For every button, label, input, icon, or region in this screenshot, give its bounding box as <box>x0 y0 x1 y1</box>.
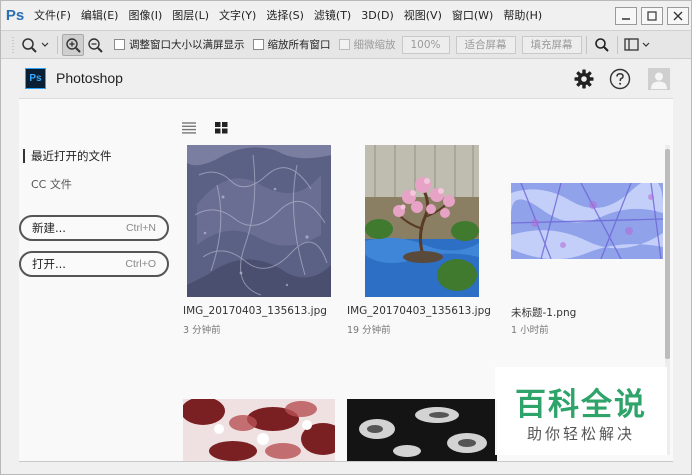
menu-edit[interactable]: 编辑(E) <box>76 1 124 30</box>
file-time: 3 分钟前 <box>183 325 221 336</box>
zoom-in-icon <box>66 37 81 53</box>
menu-window[interactable]: 窗口(W) <box>447 1 498 30</box>
checkbox-box[interactable] <box>114 39 125 50</box>
file-thumbnail[interactable] <box>365 145 479 297</box>
help-icon <box>609 68 631 90</box>
file-thumbnail[interactable] <box>511 183 663 259</box>
sidebar-item-recent-files[interactable]: 最近打开的文件 <box>23 149 112 163</box>
new-file-button[interactable]: 新建... Ctrl+N <box>19 215 169 241</box>
zoom-in-button[interactable] <box>62 33 84 56</box>
menu-file[interactable]: 文件(F) <box>29 1 76 30</box>
menu-layer[interactable]: 图层(L) <box>167 1 214 30</box>
menu-type[interactable]: 文字(Y) <box>214 1 261 30</box>
fill-screen-button: 填充屏幕 <box>521 35 582 54</box>
zoom-tool-icon <box>22 37 49 53</box>
menu-help[interactable]: 帮助(H) <box>498 1 547 30</box>
fit-screen-button: 适合屏幕 <box>455 35 516 54</box>
file-name[interactable]: 未标题-1.png <box>511 305 576 320</box>
menu-filter[interactable]: 滤镜(T) <box>309 1 356 30</box>
options-separator <box>616 35 618 54</box>
red-texture-image <box>183 399 335 461</box>
options-separator <box>57 35 58 54</box>
open-file-button[interactable]: 打开... Ctrl+O <box>19 251 169 277</box>
file-name[interactable]: IMG_20170403_135613.jpg <box>183 305 327 317</box>
maximize-button[interactable] <box>641 6 663 25</box>
help-button[interactable] <box>609 68 631 90</box>
search-button[interactable] <box>591 34 613 56</box>
zoom-all-windows-checkbox[interactable]: 缩放所有窗口 <box>252 37 331 52</box>
menu-view[interactable]: 视图(V) <box>399 1 447 30</box>
checkbox-box[interactable] <box>252 39 264 50</box>
search-icon <box>594 37 609 52</box>
photoshop-window: Ps 文件(F) 编辑(E) 图像(I) 图层(L) 文字(Y) 选择(S) 滤… <box>0 0 692 475</box>
minimize-button[interactable] <box>615 6 637 25</box>
scrubby-zoom-label: 细微缩放 <box>353 39 396 51</box>
scrubby-zoom-checkbox: 细微缩放 <box>338 37 396 52</box>
new-file-label: 新建... <box>32 221 66 235</box>
options-separator <box>585 35 587 54</box>
bottom-divider <box>19 461 673 462</box>
file-time: 1 小时前 <box>511 325 549 336</box>
bonsai-photo-image <box>365 145 479 297</box>
resize-windows-checkbox[interactable]: 调整窗口大小以满屏显示 <box>114 37 245 52</box>
open-file-label: 打开... <box>32 257 66 271</box>
tool-preset-picker[interactable] <box>19 34 53 56</box>
menu-select[interactable]: 选择(S) <box>261 1 309 30</box>
zoom-all-windows-label: 缩放所有窗口 <box>267 39 331 51</box>
file-thumbnail[interactable] <box>347 399 497 461</box>
maximize-icon <box>647 10 657 21</box>
file-name[interactable]: IMG_20170403_135613.jpg <box>347 305 491 317</box>
grip-handle[interactable] <box>7 34 19 56</box>
menu-image[interactable]: 图像(I) <box>123 1 167 30</box>
zoom-out-button[interactable] <box>84 34 106 56</box>
close-button[interactable] <box>667 6 689 25</box>
resize-windows-label: 调整窗口大小以满屏显示 <box>129 39 245 51</box>
settings-button[interactable] <box>573 68 595 90</box>
photoshop-logo: Ps <box>5 7 25 24</box>
new-file-shortcut: Ctrl+N <box>125 222 156 234</box>
user-avatar-button[interactable] <box>648 68 670 90</box>
watermark: 百科全说 助你轻松解决 <box>495 367 667 455</box>
stone-relief-image <box>187 145 331 297</box>
window-controls <box>615 1 689 30</box>
list-view-icon[interactable] <box>182 122 196 134</box>
close-icon <box>673 11 683 20</box>
grip-icon <box>12 36 14 53</box>
dark-texture-image <box>347 399 497 461</box>
zoom-out-icon <box>88 37 103 53</box>
file-thumbnail[interactable] <box>183 399 335 461</box>
start-header: Ps Photoshop <box>19 59 673 99</box>
sidebar-item-cc-files[interactable]: CC 文件 <box>31 176 72 192</box>
file-thumbnail[interactable] <box>187 145 331 297</box>
app-title: Photoshop <box>56 70 123 86</box>
menu-3d[interactable]: 3D(D) <box>356 1 399 30</box>
avatar-icon <box>648 68 670 90</box>
minimize-icon <box>622 17 630 20</box>
watermark-subtitle: 助你轻松解决 <box>526 425 635 443</box>
zoom-100-button: 100% <box>401 35 450 54</box>
open-file-shortcut: Ctrl+O <box>125 258 156 270</box>
photoshop-app-icon: Ps <box>25 68 46 89</box>
blue-texture-image <box>511 183 663 259</box>
checkbox-box <box>338 39 350 50</box>
workspace-icon <box>623 37 649 51</box>
file-time: 19 分钟前 <box>347 325 391 336</box>
workspace-switcher[interactable] <box>622 34 656 56</box>
grid-view-icon[interactable] <box>215 122 229 134</box>
options-bar: 调整窗口大小以满屏显示 缩放所有窗口 细微缩放 100% 适合屏幕 填充屏幕 <box>1 30 691 59</box>
scrollbar-thumb[interactable] <box>665 149 670 359</box>
gear-icon <box>574 69 594 89</box>
watermark-title: 百科全说 <box>515 387 647 423</box>
menu-bar: Ps 文件(F) 编辑(E) 图像(I) 图层(L) 文字(Y) 选择(S) 滤… <box>1 1 691 30</box>
